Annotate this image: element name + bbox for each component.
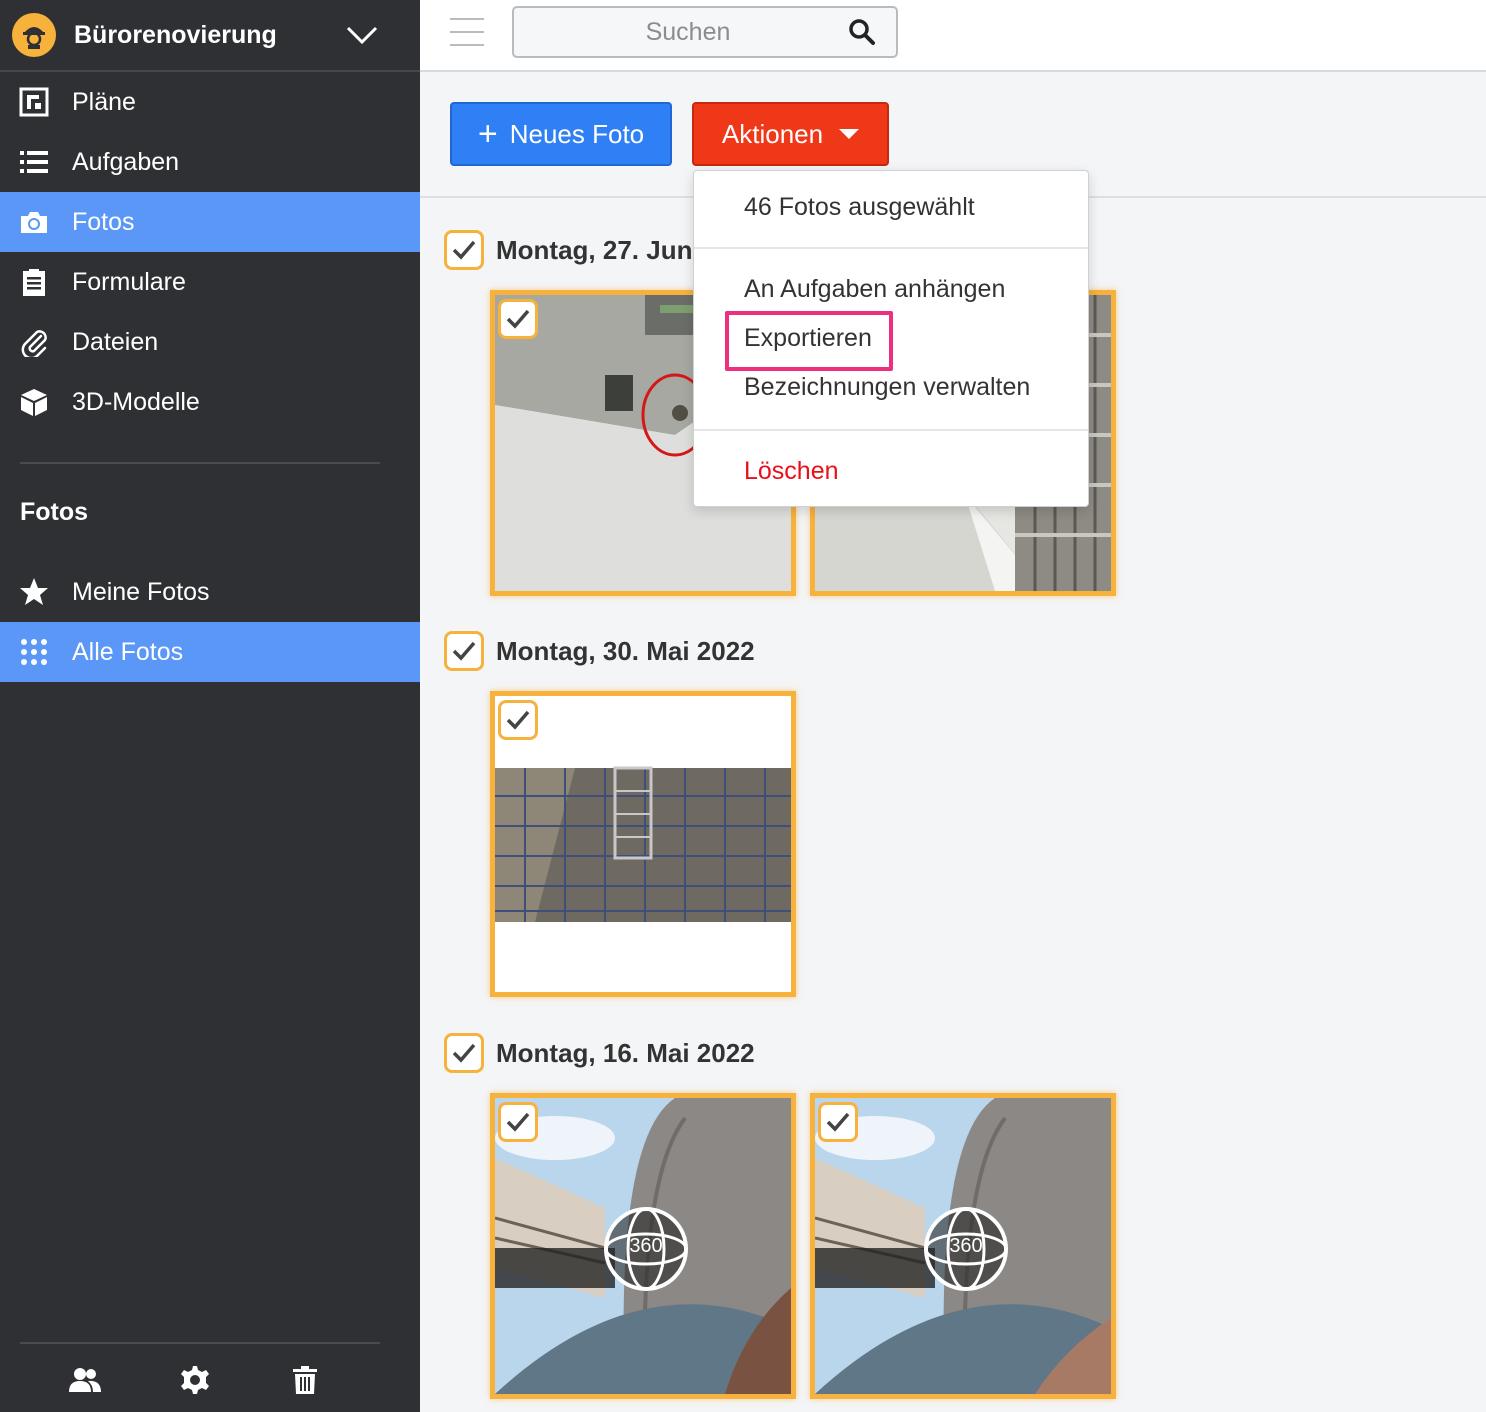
menu-item-delete[interactable]: Löschen [744,457,839,486]
photo-checkbox[interactable] [818,1102,858,1142]
group-checkbox[interactable] [444,230,484,270]
photo-group-header: Montag, 30. Mai 2022 [444,631,755,671]
trash-icon[interactable] [285,1360,325,1400]
sidebar-item-label: 3D-Modelle [72,387,200,416]
photo-checkbox[interactable] [498,700,538,740]
360-badge-label: 360 [629,1235,663,1257]
sidebar-item-3d-models[interactable]: 3D-Modelle [0,372,420,432]
plus-icon: + [477,115,498,153]
sidebar-item-plans[interactable]: Pläne [0,72,420,132]
hamburger-menu-icon[interactable] [450,18,484,46]
sidebar-item-label: Alle Fotos [72,637,184,666]
group-checkbox[interactable] [444,631,484,671]
users-icon[interactable] [65,1360,105,1400]
cube-icon [18,386,50,418]
photo-thumbnail[interactable] [490,691,796,997]
photo-checkbox[interactable] [498,299,538,339]
actions-label: Aktionen [721,118,824,149]
sidebar-item-label: Dateien [72,327,159,356]
new-photo-label: Neues Foto [509,118,645,149]
sidebar-bottom-divider [20,1342,380,1344]
worker-logo-icon [12,13,56,57]
search-icon[interactable] [842,12,882,52]
photo-checkbox[interactable] [498,1102,538,1142]
sidebar-item-label: Aufgaben [72,147,180,176]
plans-icon [18,86,50,118]
sidebar-item-label: Formulare [72,267,186,296]
new-photo-button[interactable]: + Neues Foto [450,102,672,166]
paperclip-icon [18,326,50,358]
topbar: Suchen [420,0,1486,72]
group-date: Montag, 16. Mai 2022 [496,1037,755,1068]
project-header[interactable]: Bürorenovierung [0,0,420,72]
sidebar-item-label: Pläne [72,87,136,116]
menu-item-attach-to-tasks[interactable]: An Aufgaben anhängen [744,275,1005,304]
sidebar-footer [0,1360,400,1400]
sidebar: Bürorenovierung Pläne Aufgaben Fotos For… [0,0,420,1412]
search-input[interactable]: Suchen [512,6,898,58]
export-highlight-box [725,311,893,371]
project-name: Bürorenovierung [74,20,277,49]
360-badge-label: 360 [949,1235,983,1257]
menu-item-manage-labels[interactable]: Bezeichnungen verwalten [744,373,1030,402]
menu-divider [694,429,1088,431]
sidebar-item-label: Fotos [72,207,135,236]
photo-thumbnail-360[interactable]: 360 [490,1093,796,1399]
sidebar-item-label: Meine Fotos [72,577,210,606]
gear-icon[interactable] [175,1360,215,1400]
group-checkbox[interactable] [444,1033,484,1073]
actions-button[interactable]: Aktionen [692,102,889,166]
caret-down-icon [839,129,860,139]
photo-image [495,696,791,992]
photo-group-header: Montag, 16. Mai 2022 [444,1033,755,1073]
camera-icon [18,206,50,238]
chevron-down-icon[interactable] [344,17,380,53]
grid-icon [18,636,50,668]
sidebar-item-my-photos[interactable]: Meine Fotos [0,562,420,622]
clipboard-icon [18,266,50,298]
selected-count: 46 Fotos ausgewählt [744,193,975,221]
star-icon [18,576,50,608]
menu-divider [694,247,1088,249]
search-placeholder: Suchen [645,17,731,46]
sidebar-item-forms[interactable]: Formulare [0,252,420,312]
sidebar-item-tasks[interactable]: Aufgaben [0,132,420,192]
list-icon [18,146,50,178]
sidebar-section-title: Fotos [20,498,89,526]
group-date: Montag, 30. Mai 2022 [496,635,755,666]
sidebar-item-all-photos[interactable]: Alle Fotos [0,622,420,682]
sidebar-item-files[interactable]: Dateien [0,312,420,372]
photo-thumbnail-360[interactable]: 360 [810,1093,1116,1399]
sidebar-item-photos[interactable]: Fotos [0,192,420,252]
